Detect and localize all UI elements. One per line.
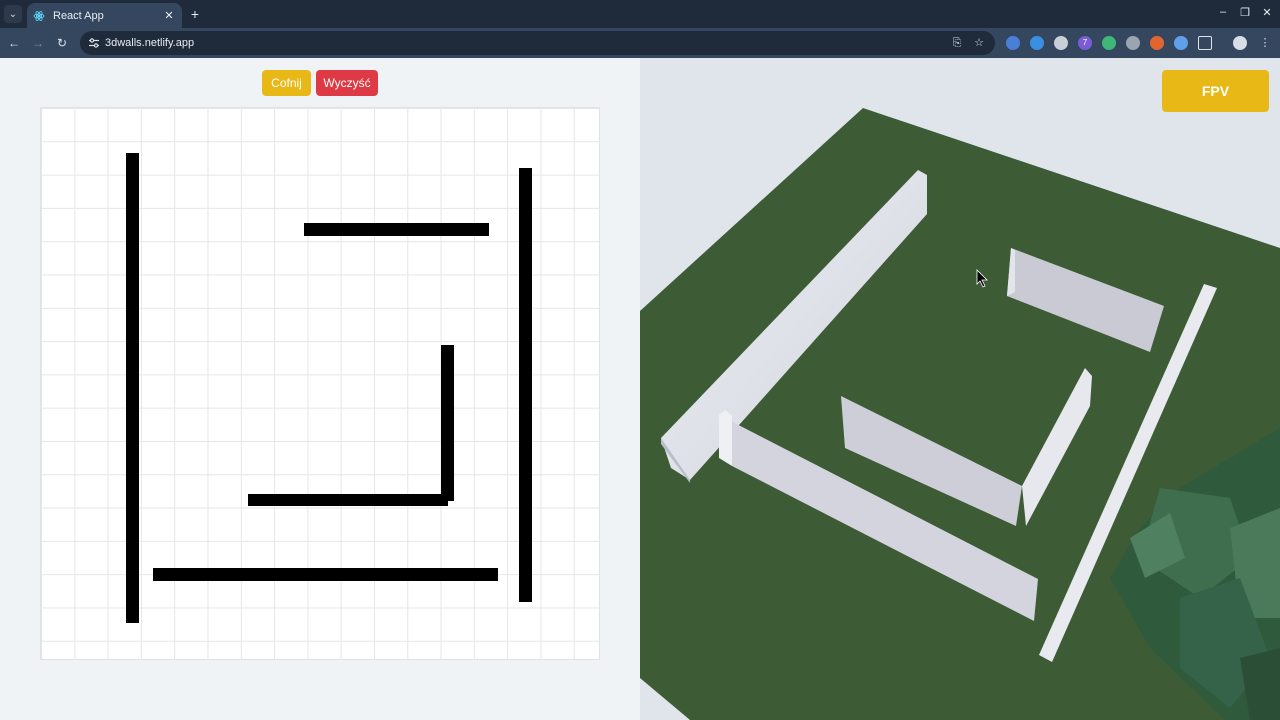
undo-button[interactable]: Cofnij [262, 70, 311, 96]
extension-7-icon[interactable] [1150, 36, 1164, 50]
extension-1-icon[interactable] [1006, 36, 1020, 50]
profile-avatar-icon[interactable] [1233, 36, 1247, 50]
wall-segment [304, 223, 489, 236]
bookmark-star-icon[interactable]: ☆ [972, 36, 986, 50]
wall-segment [248, 494, 448, 506]
browser-tab[interactable]: React App ✕ [27, 3, 182, 28]
url-text: 3dwalls.netlify.app [105, 37, 195, 49]
wall-segment [126, 153, 139, 623]
extension-8-icon[interactable] [1174, 36, 1188, 50]
drawing-grid[interactable] [40, 107, 600, 660]
browser-toolbar: ← → ↻ 3dwalls.netlify.app ⎘ ☆ 7 ⋮ [0, 28, 1280, 58]
wall-segment [519, 168, 532, 602]
browser-menu-icon[interactable]: ⋮ [1258, 36, 1272, 50]
3d-wall-side [719, 410, 732, 466]
clear-button[interactable]: Wyczyść [316, 70, 378, 96]
close-window-icon[interactable]: ✕ [1260, 6, 1274, 19]
extension-6-icon[interactable] [1126, 36, 1140, 50]
wall-editor-panel: Cofnij Wyczyść [0, 58, 640, 720]
3d-viewport[interactable]: FPV [640, 58, 1280, 720]
react-favicon-icon [33, 10, 45, 21]
new-tab-button[interactable]: + [188, 5, 202, 23]
extension-5-icon[interactable] [1102, 36, 1116, 50]
extensions-puzzle-icon[interactable] [1198, 36, 1212, 50]
install-app-icon[interactable]: ⎘ [950, 36, 964, 50]
extension-3-icon[interactable] [1054, 36, 1068, 50]
close-tab-icon[interactable]: ✕ [162, 9, 176, 22]
minimize-icon[interactable]: – [1216, 6, 1230, 18]
tab-title: React App [53, 9, 104, 22]
restore-icon[interactable]: ❐ [1238, 6, 1252, 19]
tab-search-button[interactable]: ⌄ [4, 5, 22, 23]
extension-2-icon[interactable] [1030, 36, 1044, 50]
site-info-icon[interactable] [88, 37, 100, 49]
3d-scene [640, 108, 1280, 720]
forward-icon[interactable]: → [30, 35, 46, 51]
tab-strip: ⌄ React App ✕ + – ❐ ✕ [0, 0, 1280, 28]
back-icon[interactable]: ← [6, 35, 22, 51]
wall-segment [153, 568, 498, 581]
wall-segment [441, 345, 454, 501]
fpv-button[interactable]: FPV [1162, 70, 1269, 112]
address-bar[interactable]: 3dwalls.netlify.app ⎘ ☆ [80, 31, 995, 55]
extension-badge-icon[interactable]: 7 [1078, 36, 1092, 50]
reload-icon[interactable]: ↻ [54, 35, 70, 51]
